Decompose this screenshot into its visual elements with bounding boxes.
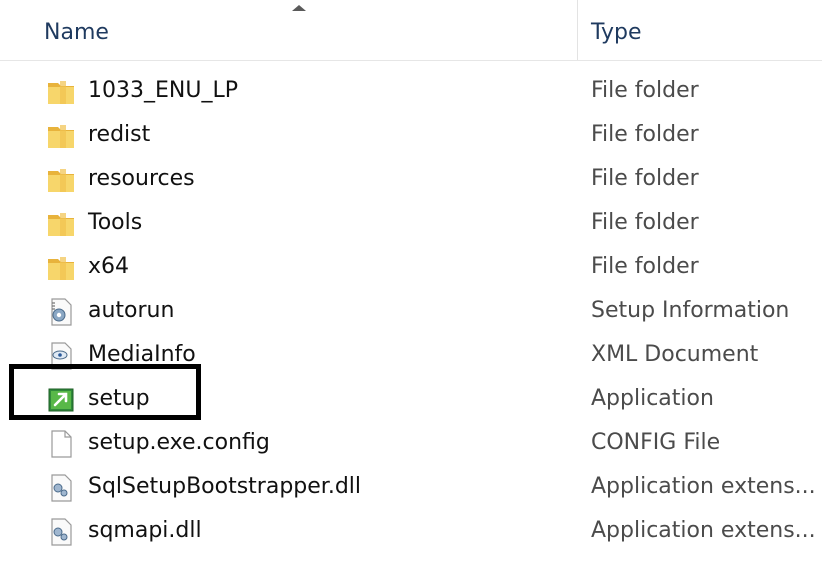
file-row[interactable]: resources File folder xyxy=(0,158,822,202)
file-row[interactable]: x64 File folder xyxy=(0,246,822,290)
dll-icon xyxy=(51,474,72,502)
file-name: sqmapi.dll xyxy=(88,518,202,543)
file-row[interactable]: Tools File folder xyxy=(0,202,822,246)
file-row[interactable]: 1033_ENU_LP File folder xyxy=(0,70,822,114)
file-type: Application extens... xyxy=(591,518,816,543)
config-file-icon xyxy=(51,430,72,458)
file-row[interactable]: SqlSetupBootstrapper.dll Application ext… xyxy=(0,466,822,510)
file-row[interactable]: setup.exe.config CONFIG File xyxy=(0,422,822,466)
file-name: SqlSetupBootstrapper.dll xyxy=(88,474,362,499)
file-type: XML Document xyxy=(591,342,759,367)
file-type: Setup Information xyxy=(591,298,790,323)
file-name: autorun xyxy=(88,298,175,323)
file-type: File folder xyxy=(591,166,699,191)
setup-info-icon xyxy=(51,298,72,326)
folder-icon xyxy=(48,257,74,280)
file-name: redist xyxy=(88,122,151,147)
file-type: File folder xyxy=(591,210,699,235)
file-row[interactable]: redist File folder xyxy=(0,114,822,158)
file-name: setup.exe.config xyxy=(88,430,270,455)
file-type: Application xyxy=(591,386,714,411)
setup-highlight-box xyxy=(9,364,201,420)
file-type: Application extens... xyxy=(591,474,816,499)
file-row[interactable]: sqmapi.dll Application extens... xyxy=(0,510,822,554)
file-row[interactable]: autorun Setup Information xyxy=(0,290,822,334)
file-type: CONFIG File xyxy=(591,430,721,455)
folder-icon xyxy=(48,169,74,192)
folder-icon xyxy=(48,213,74,236)
file-list: 1033_ENU_LP File folder redist File fold… xyxy=(0,0,822,567)
file-type: File folder xyxy=(591,122,699,147)
file-name: resources xyxy=(88,166,195,191)
file-name: Tools xyxy=(88,210,143,235)
file-name: 1033_ENU_LP xyxy=(88,78,238,103)
dll-icon xyxy=(51,518,72,546)
folder-icon xyxy=(48,125,74,148)
file-type: File folder xyxy=(591,254,699,279)
folder-icon xyxy=(48,81,74,104)
file-type: File folder xyxy=(591,78,699,103)
file-name: x64 xyxy=(88,254,130,279)
